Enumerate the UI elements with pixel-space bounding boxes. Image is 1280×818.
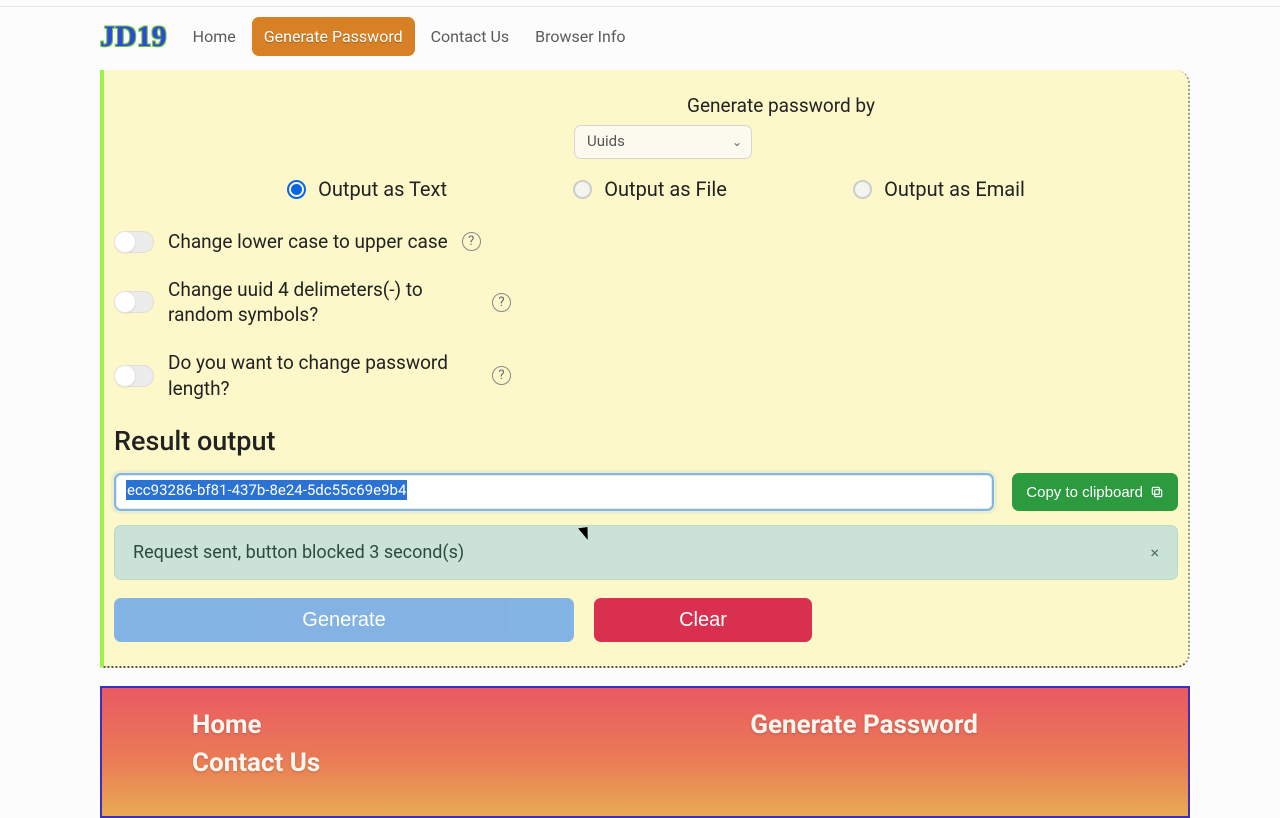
- toggle-length-label: Do you want to change password length?: [168, 350, 478, 401]
- help-icon[interactable]: ?: [492, 366, 511, 385]
- copy-to-clipboard-button[interactable]: Copy to clipboard: [1012, 473, 1178, 511]
- nav-browser-info[interactable]: Browser Info: [525, 19, 635, 54]
- help-icon[interactable]: ?: [462, 232, 481, 251]
- footer-link-home[interactable]: Home: [192, 710, 320, 740]
- output-as-email-radio[interactable]: Output as Email: [853, 177, 1025, 201]
- copy-label: Copy to clipboard: [1026, 484, 1143, 501]
- toggle-delimiters[interactable]: [114, 291, 154, 313]
- clear-button[interactable]: Clear: [594, 598, 812, 642]
- result-output-field[interactable]: ecc93286-bf81-437b-8e24-5dc55c69e9b4: [114, 473, 994, 511]
- radio-off-icon: [573, 180, 592, 199]
- toggle-delimiters-label: Change uuid 4 delimeters(-) to random sy…: [168, 277, 478, 328]
- nav-contact-us[interactable]: Contact Us: [421, 19, 520, 54]
- toggle-length[interactable]: [114, 365, 154, 387]
- nav-generate-password[interactable]: Generate Password: [252, 17, 415, 56]
- radio-on-icon: [287, 180, 306, 199]
- output-as-text-radio[interactable]: Output as Text: [287, 177, 447, 201]
- footer-link-contact[interactable]: Contact Us: [192, 748, 320, 778]
- output-mode-group: Output as Text Output as File Output as …: [114, 177, 1178, 201]
- output-as-file-radio[interactable]: Output as File: [573, 177, 727, 201]
- footer-link-generate[interactable]: Generate Password: [750, 710, 978, 740]
- toggle-uppercase-label: Change lower case to upper case: [168, 229, 448, 255]
- toggle-uppercase[interactable]: [114, 231, 154, 253]
- radio-label: Output as Email: [884, 177, 1025, 201]
- result-value: ecc93286-bf81-437b-8e24-5dc55c69e9b4: [126, 480, 407, 500]
- generate-button[interactable]: Generate: [114, 598, 574, 642]
- nav-home[interactable]: Home: [183, 19, 246, 54]
- help-icon[interactable]: ?: [492, 293, 511, 312]
- footer: Home Contact Us Generate Password: [100, 686, 1190, 818]
- alert-text: Request sent, button blocked 3 second(s): [133, 542, 464, 563]
- alert-close-button[interactable]: ×: [1150, 543, 1159, 562]
- radio-label: Output as Text: [318, 177, 447, 201]
- navbar: JD19 Home Generate Password Contact Us B…: [100, 7, 1190, 70]
- generate-by-label: Generate password by: [114, 94, 1178, 117]
- status-alert: Request sent, button blocked 3 second(s)…: [114, 525, 1178, 580]
- result-heading: Result output: [114, 425, 1178, 457]
- radio-label: Output as File: [604, 177, 727, 201]
- radio-off-icon: [853, 180, 872, 199]
- main-panel: Generate password by Uuids ⌄ Output as T…: [100, 70, 1190, 668]
- logo: JD19: [100, 20, 167, 54]
- copy-icon: [1150, 485, 1164, 499]
- generate-by-select[interactable]: Uuids: [574, 125, 752, 159]
